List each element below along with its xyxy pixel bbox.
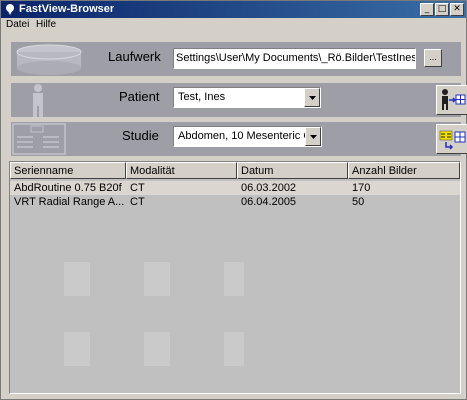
person-icon [33, 84, 43, 117]
table-row[interactable]: VRT Radial Range A... CT 06.04.2005 50 [10, 195, 460, 209]
study-to-grid-icon [439, 130, 466, 150]
patient-label: Patient [119, 89, 160, 104]
window-title: FastView-Browser [19, 3, 115, 15]
cell-modalitaet: CT [130, 182, 145, 194]
patient-panel: Patient Test, Ines [11, 83, 467, 117]
table-row[interactable]: AbdRoutine 0.75 B20f CT 06.03.2002 170 [10, 181, 460, 195]
menu-hilfe[interactable]: Hilfe [36, 19, 56, 30]
maximize-button[interactable]: □ [435, 3, 449, 16]
menu-datei[interactable]: Datei [6, 19, 29, 30]
drive-icon [16, 44, 82, 75]
chevron-down-icon [309, 96, 316, 100]
column-modalitaet[interactable]: Modalität [126, 162, 237, 179]
laufwerk-panel: Laufwerk Settings\User\My Documents\_Rö.… [11, 42, 461, 76]
patient-to-grid-icon [442, 89, 466, 110]
title-bar[interactable]: FastView-Browser _ □ ✕ [1, 1, 466, 18]
app-icon [6, 4, 14, 15]
main-window: FastView-Browser _ □ ✕ Datei Hilfe Laufw… [0, 0, 467, 400]
document-icon [12, 123, 66, 155]
series-list[interactable]: Serienname Modalität Datum Anzahl Bilder… [9, 161, 461, 394]
column-datum[interactable]: Datum [237, 162, 348, 179]
minimize-button[interactable]: _ [420, 3, 434, 16]
studie-label: Studie [122, 128, 159, 143]
browse-button[interactable]: ... [424, 49, 442, 67]
patient-combo-value: Test, Ines [178, 91, 226, 103]
cell-modalitaet: CT [130, 196, 145, 208]
laufwerk-label: Laufwerk [108, 49, 161, 64]
studie-panel: Studie Abdomen, 10 Mesenteric C [11, 122, 467, 156]
patient-action-button[interactable] [436, 85, 467, 115]
studie-action-button[interactable] [436, 124, 467, 154]
studie-combo[interactable]: Abdomen, 10 Mesenteric C [173, 126, 322, 147]
column-anzahl-bilder[interactable]: Anzahl Bilder [348, 162, 460, 179]
menu-bar: Datei Hilfe [1, 18, 466, 33]
patient-combo[interactable]: Test, Ines [173, 87, 321, 108]
cell-anzahl: 50 [352, 196, 365, 208]
patient-dropdown-arrow[interactable] [304, 88, 320, 107]
laufwerk-path-input[interactable]: Settings\User\My Documents\_Rö.Bilder\Te… [173, 48, 416, 69]
watermark-graphic [64, 262, 244, 366]
cell-serienname: VRT Radial Range A... [14, 196, 125, 208]
cell-anzahl: 170 [352, 182, 371, 194]
close-button[interactable]: ✕ [450, 3, 464, 16]
studie-combo-value: Abdomen, 10 Mesenteric C [178, 130, 305, 142]
cell-datum: 06.03.2002 [241, 182, 297, 194]
list-header: Serienname Modalität Datum Anzahl Bilder [10, 162, 460, 179]
studie-dropdown-arrow[interactable] [305, 127, 321, 146]
cell-serienname: AbdRoutine 0.75 B20f [14, 182, 122, 194]
cell-datum: 06.04.2005 [241, 196, 297, 208]
column-serienname[interactable]: Serienname [10, 162, 126, 179]
chevron-down-icon [310, 135, 317, 139]
